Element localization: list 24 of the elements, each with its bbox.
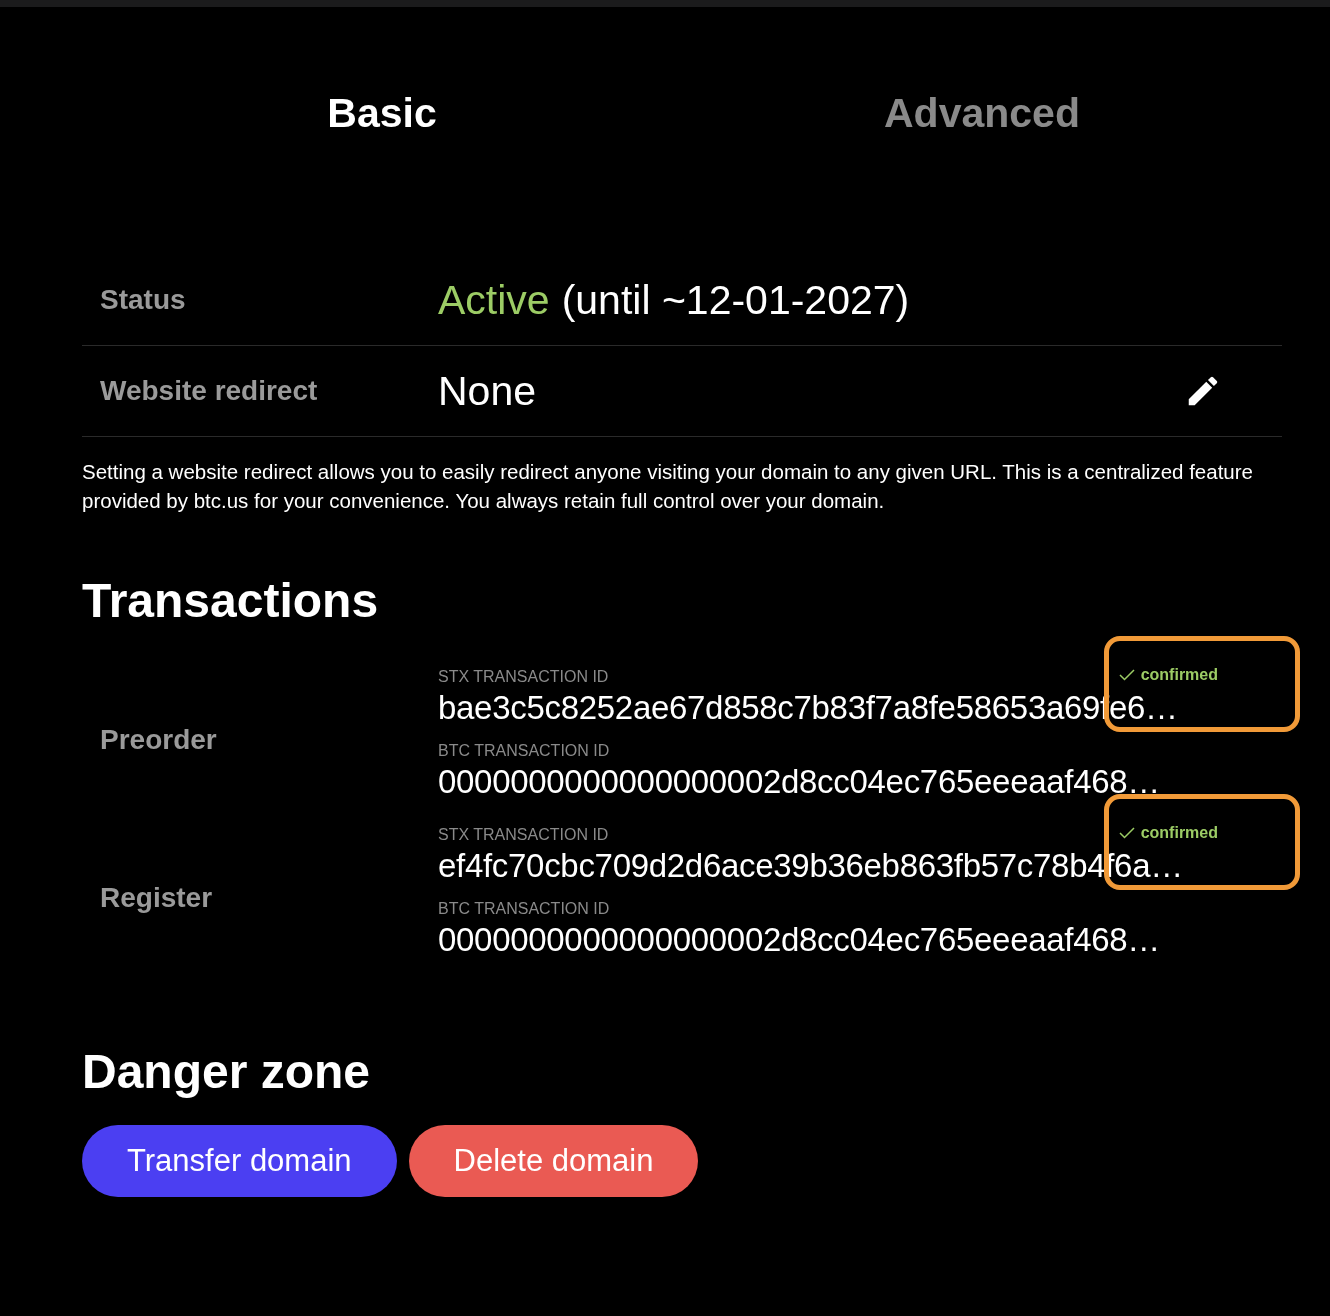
field-label: Website redirect — [99, 375, 319, 407]
transaction-id: 0000000000000000002d8cc04ec765eeeaaf468… — [438, 920, 1162, 960]
check-icon — [1118, 669, 1135, 681]
status-label: confirmed — [1140, 824, 1218, 842]
id-caption: STX TRANSACTION ID — [438, 825, 609, 845]
id-caption: BTC TRANSACTION ID — [438, 899, 610, 919]
section-heading: Transactions — [82, 573, 380, 628]
check-icon — [1118, 827, 1135, 839]
transaction-label: Preorder — [99, 724, 218, 756]
status-date: (until ~12-01-2027) — [561, 276, 910, 323]
transaction-label: Register — [99, 882, 214, 914]
delete-button[interactable]: Delete domain — [408, 1125, 699, 1197]
status-value: Active — [438, 276, 550, 323]
id-caption: BTC TRANSACTION ID — [438, 741, 610, 761]
section-heading: Danger zone — [82, 1044, 372, 1099]
id-caption: STX TRANSACTION ID — [438, 667, 609, 687]
transaction-id: 0000000000000000002d8cc04ec765eeeaaf468… — [438, 762, 1162, 802]
tab[interactable]: Basic — [82, 89, 682, 137]
field-label: Status — [99, 284, 187, 316]
description-text: Setting a website redirect allows you to easily redirect anyone visiting your domain to any given URL. This is a centralized feature provided by btc.us for your convenience. You always retain full control over your domain. — [82, 459, 1254, 514]
tab[interactable]: Advanced — [682, 89, 1282, 137]
transfer-button[interactable]: Transfer domain — [82, 1125, 397, 1197]
status-label: confirmed — [1140, 666, 1218, 684]
field-value: None — [438, 367, 536, 414]
